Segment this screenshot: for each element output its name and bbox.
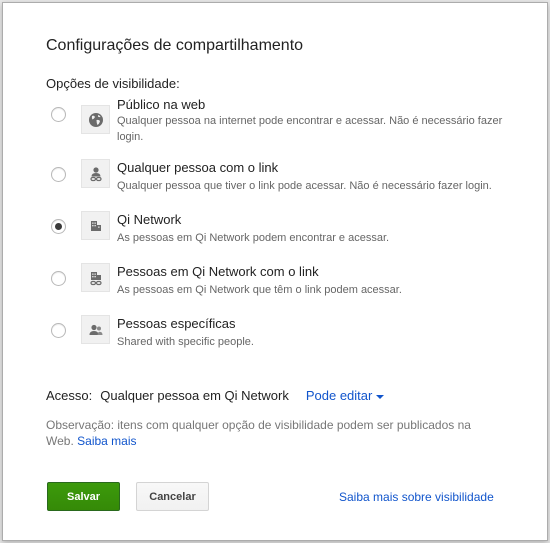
radio-public[interactable] bbox=[51, 107, 66, 122]
option-description: Qualquer pessoa que tiver o link pode ac… bbox=[117, 180, 492, 192]
visibility-options-label: Opções de visibilidade: bbox=[46, 76, 180, 91]
permission-dropdown[interactable]: Pode editar bbox=[306, 388, 385, 403]
access-row: Acesso: Qualquer pessoa em Qi Network Pode… bbox=[46, 388, 385, 403]
option-title: Pessoas em Qi Network com o link bbox=[117, 264, 319, 279]
building-icon bbox=[81, 211, 110, 240]
option-description: As pessoas em Qi Network podem encontrar… bbox=[117, 232, 390, 244]
radio-domain[interactable] bbox=[51, 219, 66, 234]
visibility-option-anyone-with-link[interactable]: Qualquer pessoa com o link Qualquer pess… bbox=[46, 159, 516, 205]
option-title: Qi Network bbox=[117, 212, 182, 227]
radio-specific-people[interactable] bbox=[51, 323, 66, 338]
permission-label: Pode editar bbox=[305, 388, 373, 403]
person-link-icon bbox=[81, 159, 110, 188]
save-button[interactable]: Salvar bbox=[47, 482, 120, 511]
access-label: Acesso: bbox=[46, 388, 93, 403]
option-title: Qualquer pessoa com o link bbox=[117, 160, 279, 175]
visibility-option-domain[interactable]: Qi Network As pessoas em Qi Network pode… bbox=[46, 211, 516, 257]
visibility-option-domain-with-link[interactable]: Pessoas em Qi Network com o link As pess… bbox=[46, 263, 516, 309]
dialog-title: Configurações de compartilhamento bbox=[46, 37, 304, 54]
sharing-settings-dialog: Configurações de compartilhamento Opções… bbox=[2, 2, 548, 541]
globe-icon bbox=[81, 105, 110, 134]
learn-more-link[interactable]: Saiba mais bbox=[77, 434, 136, 448]
option-description: As pessoas em Qi Network que têm o link … bbox=[117, 284, 402, 296]
option-description: Shared with specific people. bbox=[117, 336, 254, 348]
visibility-option-public[interactable]: Público na web Qualquer pessoa na intern… bbox=[46, 96, 516, 143]
option-title: Pessoas específicas bbox=[117, 316, 236, 331]
access-value: Qualquer pessoa em Qi Network bbox=[100, 388, 289, 403]
radio-domain-with-link[interactable] bbox=[51, 271, 66, 286]
learn-more-visibility-link[interactable]: Saiba mais sobre visibilidade bbox=[339, 490, 494, 504]
people-icon bbox=[81, 315, 110, 344]
option-description: Qualquer pessoa na internet pode encontr… bbox=[117, 115, 503, 143]
visibility-option-specific-people[interactable]: Pessoas específicas Shared with specific… bbox=[46, 315, 516, 361]
radio-anyone-with-link[interactable] bbox=[51, 167, 66, 182]
building-link-icon bbox=[81, 263, 110, 292]
cancel-button[interactable]: Cancelar bbox=[136, 482, 209, 511]
visibility-note: Observação: itens com qualquer opção de … bbox=[46, 417, 501, 449]
option-title: Público na web bbox=[117, 97, 206, 112]
caret-down-icon bbox=[376, 394, 385, 399]
